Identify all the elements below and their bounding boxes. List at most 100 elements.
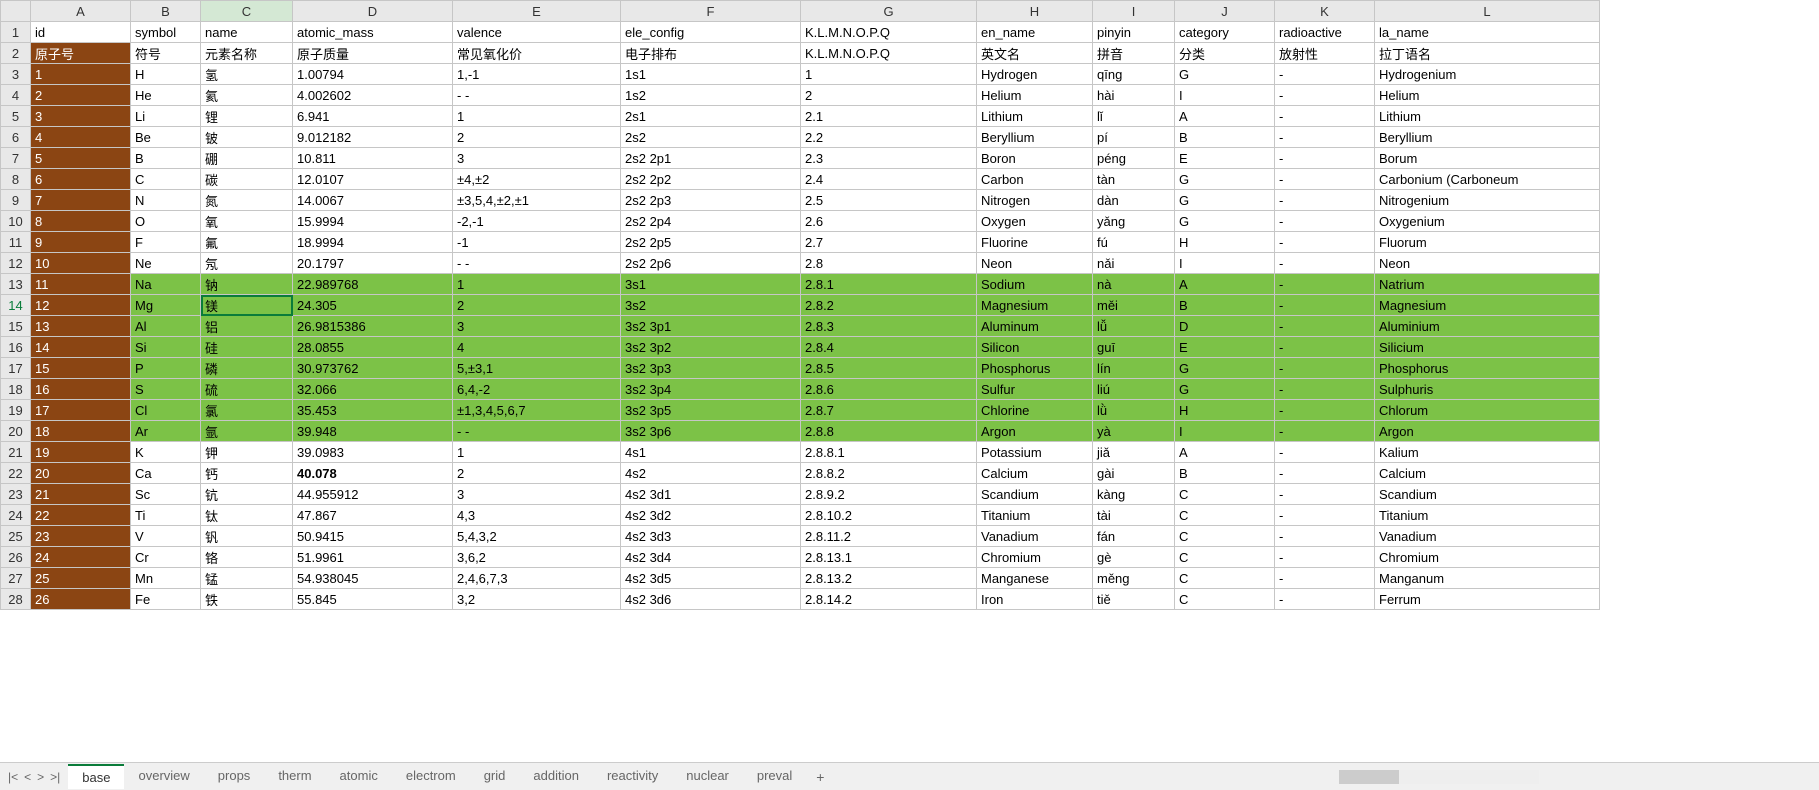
- row-header-4[interactable]: 4: [1, 85, 31, 106]
- nav-prev-icon[interactable]: <: [24, 770, 31, 784]
- cell-J11[interactable]: H: [1175, 232, 1275, 253]
- cell-J23[interactable]: C: [1175, 484, 1275, 505]
- cell-B24[interactable]: Ti: [131, 505, 201, 526]
- cell-D3[interactable]: 1.00794: [293, 64, 453, 85]
- cell-L27[interactable]: Manganum: [1375, 568, 1600, 589]
- row-header-3[interactable]: 3: [1, 64, 31, 85]
- cell-B21[interactable]: K: [131, 442, 201, 463]
- column-header-F[interactable]: F: [621, 1, 801, 22]
- cell-J14[interactable]: B: [1175, 295, 1275, 316]
- cell-L12[interactable]: Neon: [1375, 253, 1600, 274]
- cell-I23[interactable]: kàng: [1093, 484, 1175, 505]
- cell-G17[interactable]: 2.8.5: [801, 358, 977, 379]
- cell-D28[interactable]: 55.845: [293, 589, 453, 610]
- row-header-1[interactable]: 1: [1, 22, 31, 43]
- cell-E26[interactable]: 3,6,2: [453, 547, 621, 568]
- cell-E23[interactable]: 3: [453, 484, 621, 505]
- cell-C14[interactable]: 镁: [201, 295, 293, 316]
- sheet-tab-preval[interactable]: preval: [743, 764, 806, 789]
- column-header-K[interactable]: K: [1275, 1, 1375, 22]
- sheet-tab-overview[interactable]: overview: [124, 764, 203, 789]
- cell-G6[interactable]: 2.2: [801, 127, 977, 148]
- cell-I11[interactable]: fú: [1093, 232, 1175, 253]
- cell-C21[interactable]: 钾: [201, 442, 293, 463]
- cell-J12[interactable]: I: [1175, 253, 1275, 274]
- cell-K11[interactable]: -: [1275, 232, 1375, 253]
- cell-A7[interactable]: 5: [31, 148, 131, 169]
- cell-G9[interactable]: 2.5: [801, 190, 977, 211]
- horizontal-scrollbar[interactable]: [1339, 770, 1539, 784]
- cell-B1[interactable]: symbol: [131, 22, 201, 43]
- scrollbar-thumb[interactable]: [1339, 770, 1399, 784]
- cell-I19[interactable]: lǜ: [1093, 400, 1175, 421]
- cell-H22[interactable]: Calcium: [977, 463, 1093, 484]
- cell-H19[interactable]: Chlorine: [977, 400, 1093, 421]
- cell-G8[interactable]: 2.4: [801, 169, 977, 190]
- cell-H15[interactable]: Aluminum: [977, 316, 1093, 337]
- row-header-11[interactable]: 11: [1, 232, 31, 253]
- sheet-tab-reactivity[interactable]: reactivity: [593, 764, 672, 789]
- cell-G12[interactable]: 2.8: [801, 253, 977, 274]
- cell-A22[interactable]: 20: [31, 463, 131, 484]
- cell-E19[interactable]: ±1,3,4,5,6,7: [453, 400, 621, 421]
- cell-K4[interactable]: -: [1275, 85, 1375, 106]
- cell-D9[interactable]: 14.0067: [293, 190, 453, 211]
- cell-L6[interactable]: Beryllium: [1375, 127, 1600, 148]
- row-header-14[interactable]: 14: [1, 295, 31, 316]
- cell-F4[interactable]: 1s2: [621, 85, 801, 106]
- cell-D23[interactable]: 44.955912: [293, 484, 453, 505]
- cell-A2[interactable]: 原子号: [31, 43, 131, 64]
- cell-F8[interactable]: 2s2 2p2: [621, 169, 801, 190]
- cell-F11[interactable]: 2s2 2p5: [621, 232, 801, 253]
- row-header-5[interactable]: 5: [1, 106, 31, 127]
- cell-A26[interactable]: 24: [31, 547, 131, 568]
- cell-J21[interactable]: A: [1175, 442, 1275, 463]
- cell-A4[interactable]: 2: [31, 85, 131, 106]
- cell-J6[interactable]: B: [1175, 127, 1275, 148]
- cell-C4[interactable]: 氦: [201, 85, 293, 106]
- cell-B3[interactable]: H: [131, 64, 201, 85]
- cell-K28[interactable]: -: [1275, 589, 1375, 610]
- cell-E25[interactable]: 5,4,3,2: [453, 526, 621, 547]
- cell-B8[interactable]: C: [131, 169, 201, 190]
- cell-C12[interactable]: 氖: [201, 253, 293, 274]
- cell-L5[interactable]: Lithium: [1375, 106, 1600, 127]
- cell-L7[interactable]: Borum: [1375, 148, 1600, 169]
- cell-A25[interactable]: 23: [31, 526, 131, 547]
- cell-H16[interactable]: Silicon: [977, 337, 1093, 358]
- select-all-corner[interactable]: [1, 1, 31, 22]
- cell-B14[interactable]: Mg: [131, 295, 201, 316]
- cell-D27[interactable]: 54.938045: [293, 568, 453, 589]
- cell-K1[interactable]: radioactive: [1275, 22, 1375, 43]
- cell-B25[interactable]: V: [131, 526, 201, 547]
- cell-H1[interactable]: en_name: [977, 22, 1093, 43]
- cell-C19[interactable]: 氯: [201, 400, 293, 421]
- cell-F9[interactable]: 2s2 2p3: [621, 190, 801, 211]
- cell-F15[interactable]: 3s2 3p1: [621, 316, 801, 337]
- cell-D18[interactable]: 32.066: [293, 379, 453, 400]
- cell-D20[interactable]: 39.948: [293, 421, 453, 442]
- cell-G27[interactable]: 2.8.13.2: [801, 568, 977, 589]
- cell-G15[interactable]: 2.8.3: [801, 316, 977, 337]
- cell-G19[interactable]: 2.8.7: [801, 400, 977, 421]
- cell-C25[interactable]: 钒: [201, 526, 293, 547]
- cell-L17[interactable]: Phosphorus: [1375, 358, 1600, 379]
- cell-C24[interactable]: 钛: [201, 505, 293, 526]
- cell-J26[interactable]: C: [1175, 547, 1275, 568]
- cell-F17[interactable]: 3s2 3p3: [621, 358, 801, 379]
- cell-C9[interactable]: 氮: [201, 190, 293, 211]
- cell-J7[interactable]: E: [1175, 148, 1275, 169]
- row-header-27[interactable]: 27: [1, 568, 31, 589]
- cell-C22[interactable]: 钙: [201, 463, 293, 484]
- cell-D12[interactable]: 20.1797: [293, 253, 453, 274]
- row-header-2[interactable]: 2: [1, 43, 31, 64]
- cell-E12[interactable]: - -: [453, 253, 621, 274]
- cell-G24[interactable]: 2.8.10.2: [801, 505, 977, 526]
- cell-E14[interactable]: 2: [453, 295, 621, 316]
- cell-C5[interactable]: 锂: [201, 106, 293, 127]
- cell-B11[interactable]: F: [131, 232, 201, 253]
- cell-H8[interactable]: Carbon: [977, 169, 1093, 190]
- cell-E8[interactable]: ±4,±2: [453, 169, 621, 190]
- cell-K10[interactable]: -: [1275, 211, 1375, 232]
- cell-D22[interactable]: 40.078: [293, 463, 453, 484]
